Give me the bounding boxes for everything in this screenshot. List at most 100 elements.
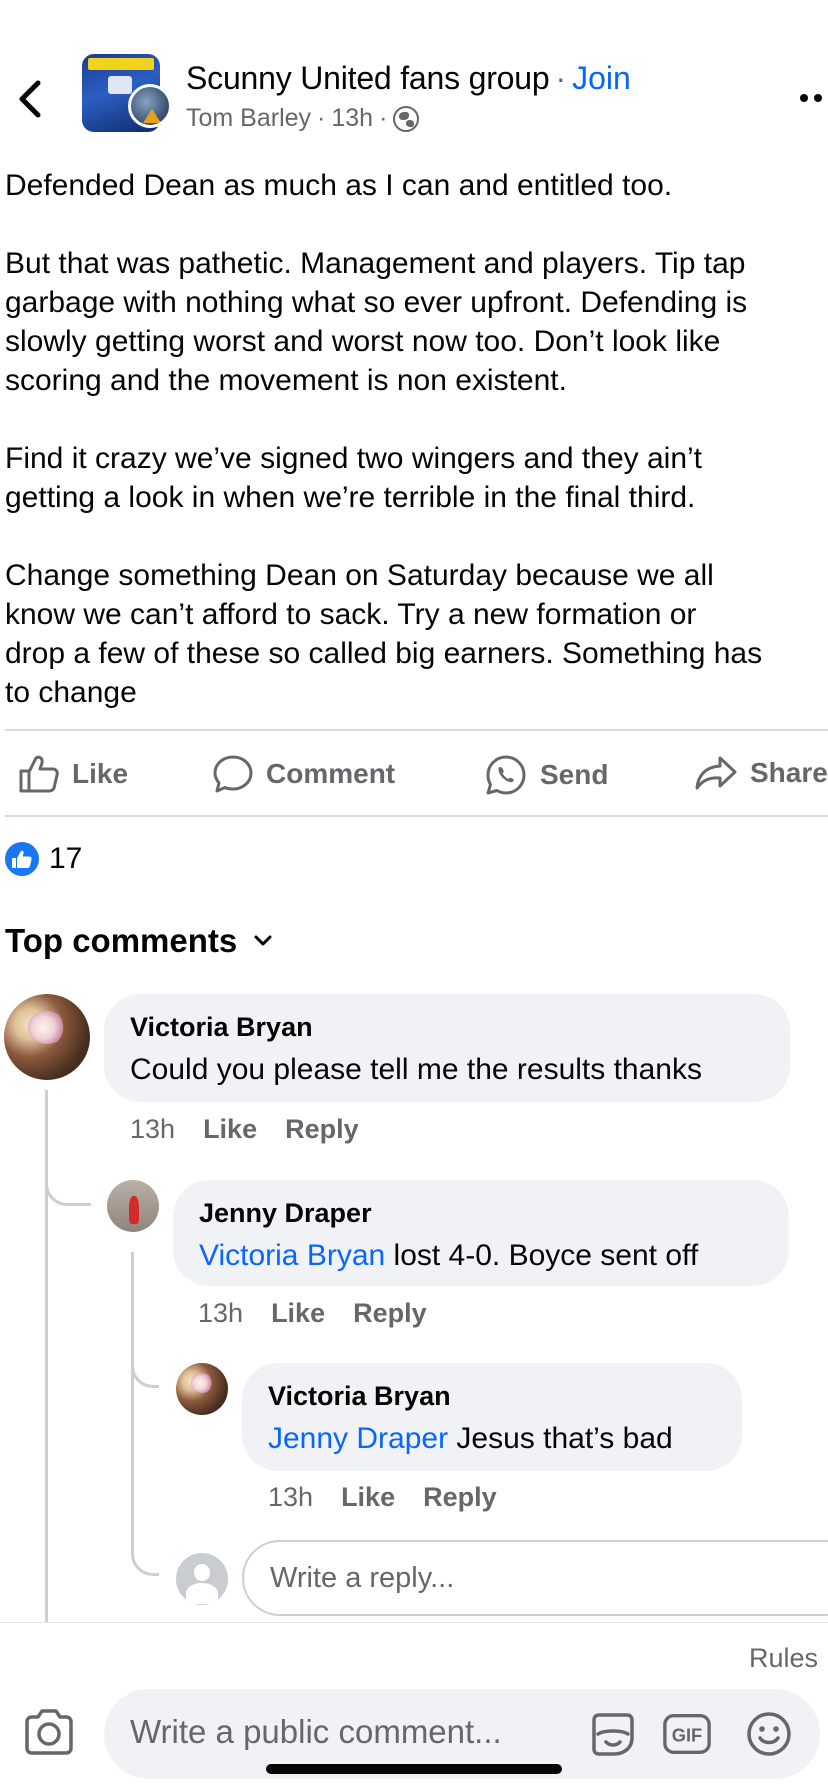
chevron-down-icon xyxy=(254,935,272,946)
post-line: getting a look in when we’re terrible in… xyxy=(5,481,696,514)
comment-bubble[interactable]: Victoria Bryan Jenny Draper Jesus that’s… xyxy=(242,1363,742,1471)
comment-like-button[interactable]: Like xyxy=(271,1298,325,1329)
home-indicator[interactable] xyxy=(266,1764,562,1774)
comment-actions: 13h Like Reply xyxy=(198,1298,427,1329)
mention-link[interactable]: Jenny Draper xyxy=(268,1422,448,1455)
author-name[interactable]: Tom Barley xyxy=(186,104,311,133)
comment-bubble[interactable]: Victoria Bryan Could you please tell me … xyxy=(104,994,790,1102)
thread-connector xyxy=(131,1520,159,1576)
thread-connector xyxy=(45,1150,91,1206)
comment-bubble-icon xyxy=(213,755,253,793)
comment-time: 13h xyxy=(268,1482,314,1512)
post-paragraph: Change something Dean on Saturday becaus… xyxy=(5,556,828,712)
meta-separator: · xyxy=(317,104,326,132)
meta-separator: · xyxy=(379,104,388,132)
sticker-button[interactable] xyxy=(588,1709,638,1759)
comment-like-button[interactable]: Like xyxy=(341,1482,395,1513)
comment-author[interactable]: Victoria Bryan xyxy=(130,1010,764,1044)
comment-body: lost 4-0. Boyce sent off xyxy=(385,1239,699,1272)
globe-icon xyxy=(393,105,420,132)
camera-icon xyxy=(25,1709,73,1755)
comment-time: 13h xyxy=(198,1298,244,1328)
comment-label: Comment xyxy=(266,758,396,789)
comment-actions: 13h Like Reply xyxy=(268,1482,497,1513)
post-header: Scunny United fans group · Join Tom Barley… xyxy=(0,0,828,150)
reaction-summary[interactable]: 17 xyxy=(5,842,82,876)
like-label: Like xyxy=(72,758,129,789)
smiley-icon xyxy=(747,1712,791,1756)
comment-like-button[interactable]: Like xyxy=(203,1114,257,1145)
reply-input[interactable]: Write a reply... xyxy=(242,1540,828,1616)
emoji-button[interactable] xyxy=(744,1709,794,1759)
comment-placeholder: Write a public comment... xyxy=(130,1713,502,1750)
post-action-bar: Like Comment Send Share xyxy=(0,732,828,816)
share-arrow-icon xyxy=(695,756,737,790)
comment-time: 13h xyxy=(130,1114,176,1144)
post-line: know we can’t afford to sack. Try a new … xyxy=(5,598,697,631)
rules-link[interactable]: Rules xyxy=(749,1643,818,1674)
current-user-avatar xyxy=(176,1553,228,1605)
author-avatar[interactable] xyxy=(128,84,172,128)
comment-body: Jesus that’s bad xyxy=(448,1422,673,1455)
commenter-avatar[interactable] xyxy=(4,994,90,1080)
comment-bubble[interactable]: Jenny Draper Victoria Bryan lost 4-0. Bo… xyxy=(173,1180,789,1286)
commenter-avatar[interactable] xyxy=(107,1180,159,1232)
post-line: scoring and the movement is non existent… xyxy=(5,364,567,397)
svg-text:GIF: GIF xyxy=(672,1725,702,1746)
group-name[interactable]: Scunny United fans group xyxy=(186,60,550,96)
comment-sort-label: Top comments xyxy=(5,922,238,959)
camera-button[interactable] xyxy=(22,1705,76,1759)
send-button[interactable]: Send xyxy=(484,754,608,796)
post-paragraph: Defended Dean as much as I can and entit… xyxy=(5,166,828,205)
thumbs-up-icon xyxy=(19,755,59,793)
post-paragraph: But that was pathetic. Management and pl… xyxy=(5,244,828,400)
comment-actions: 13h Like Reply xyxy=(130,1114,359,1145)
join-button[interactable]: Join xyxy=(572,60,631,96)
comment-author[interactable]: Victoria Bryan xyxy=(268,1379,716,1413)
chevron-left-icon xyxy=(19,80,41,118)
comment-text: Victoria Bryan lost 4-0. Boyce sent off xyxy=(199,1236,763,1276)
share-button[interactable]: Share xyxy=(694,754,828,792)
post-line: Change something Dean on Saturday becaus… xyxy=(5,559,714,592)
post-meta: Tom Barley · 13h · xyxy=(186,104,420,133)
title-separator: · xyxy=(555,60,567,96)
divider xyxy=(5,815,828,817)
post-line: But that was pathetic. Management and pl… xyxy=(5,247,746,280)
comment-reply-button[interactable]: Reply xyxy=(423,1482,497,1513)
comment-button[interactable]: Comment xyxy=(212,754,395,794)
send-label: Send xyxy=(540,759,609,790)
gif-icon: GIF xyxy=(663,1714,711,1754)
sticker-icon xyxy=(592,1713,634,1756)
more-dot-icon xyxy=(814,94,822,102)
post-line: Find it crazy we’ve signed two wingers a… xyxy=(5,442,703,475)
post-line: to change xyxy=(5,676,137,709)
post-time[interactable]: 13h xyxy=(331,104,373,133)
avatar-detail xyxy=(143,109,161,123)
comment-author[interactable]: Jenny Draper xyxy=(199,1196,763,1230)
thread-connector xyxy=(131,1330,159,1388)
comment-text: Jenny Draper Jesus that’s bad xyxy=(268,1419,716,1459)
whatsapp-icon xyxy=(486,755,526,795)
post-line: Defended Dean as much as I can and entit… xyxy=(5,169,673,202)
back-button[interactable] xyxy=(10,74,50,124)
post-line: garbage with nothing what so ever upfron… xyxy=(5,286,748,319)
post-paragraph: Find it crazy we’ve signed two wingers a… xyxy=(5,439,828,517)
group-title-row: Scunny United fans group · Join xyxy=(186,60,631,97)
post-text: Defended Dean as much as I can and entit… xyxy=(5,166,828,712)
comment-reply-button[interactable]: Reply xyxy=(285,1114,359,1145)
thread-line xyxy=(131,1252,134,1522)
post-line: drop a few of these so called big earner… xyxy=(5,637,763,670)
commenter-avatar[interactable] xyxy=(176,1363,228,1415)
gif-button[interactable]: GIF xyxy=(662,1709,712,1759)
like-button[interactable]: Like xyxy=(18,754,128,794)
comment-text: Could you please tell me the results tha… xyxy=(130,1053,702,1086)
cover-badge xyxy=(108,76,132,94)
like-reaction-icon xyxy=(5,842,39,876)
comment-reply-button[interactable]: Reply xyxy=(353,1298,427,1329)
comment-sort-dropdown[interactable]: Top comments xyxy=(5,922,273,960)
more-options-button[interactable] xyxy=(800,94,822,102)
share-label: Share xyxy=(750,757,828,788)
divider xyxy=(5,729,828,731)
post-line: slowly getting worst and worst now too. … xyxy=(5,325,721,358)
mention-link[interactable]: Victoria Bryan xyxy=(199,1239,385,1272)
